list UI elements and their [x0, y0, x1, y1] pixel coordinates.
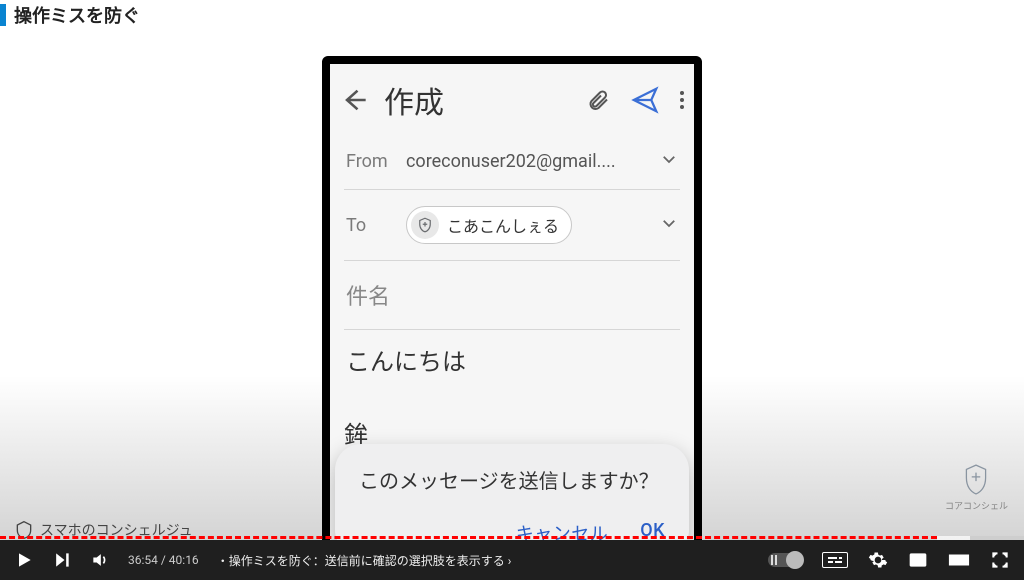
more-menu-icon[interactable] [680, 91, 684, 109]
back-arrow-icon[interactable] [340, 86, 368, 114]
send-icon[interactable] [630, 85, 660, 115]
from-field[interactable]: From coreconuser202@gmail.... [330, 134, 694, 189]
body-text: こんにちは [346, 348, 466, 376]
play-button[interactable] [14, 550, 34, 570]
watermark-right-text: コアコンシェル [945, 499, 1008, 512]
phone-mockup: 作成 From coreconuser202@gmail.... [322, 56, 702, 566]
to-label: To [346, 215, 394, 236]
chevron-right-icon: › [508, 554, 512, 568]
recipient-name: こあこんしぇる [447, 213, 559, 237]
from-label: From [346, 151, 394, 172]
video-frame: 作成 From coreconuser202@gmail.... [0, 28, 1024, 540]
compose-header-actions [586, 85, 684, 115]
subject-field[interactable]: 件名 [330, 261, 694, 329]
theater-button[interactable] [948, 550, 970, 570]
from-value: coreconuser202@gmail.... [406, 151, 648, 172]
to-field[interactable]: To こあこんしぇる [330, 190, 694, 260]
watermark-shield-icon [963, 463, 989, 495]
title-accent [0, 4, 6, 26]
settings-button[interactable] [868, 550, 888, 570]
autoplay-toggle[interactable] [768, 553, 802, 567]
shield-avatar-icon [411, 211, 439, 239]
chapter-title[interactable]: ・操作ミスを防ぐ：送信前に確認の選択肢を表示する › [217, 552, 512, 569]
next-button[interactable] [52, 550, 72, 570]
subject-placeholder: 件名 [346, 285, 390, 310]
compose-header: 作成 [330, 64, 694, 134]
compose-title: 作成 [384, 78, 570, 122]
chevron-down-icon [660, 214, 678, 237]
time-display: 36:54 / 40:16 [128, 553, 199, 567]
attach-icon[interactable] [586, 88, 610, 112]
page-title-bar: 操作ミスを防ぐ [0, 0, 1024, 28]
email-body[interactable]: こんにちは [330, 330, 694, 377]
chevron-down-icon [660, 150, 678, 173]
page-title: 操作ミスを防ぐ [14, 2, 140, 28]
dialog-message: このメッセージを送信しますか？ [359, 466, 665, 496]
volume-button[interactable] [90, 550, 110, 570]
recipient-chip[interactable]: こあこんしぇる [406, 206, 572, 244]
fullscreen-button[interactable] [990, 550, 1010, 570]
miniplayer-button[interactable] [908, 550, 928, 570]
player-controls: 36:54 / 40:16 ・操作ミスを防ぐ：送信前に確認の選択肢を表示する › [0, 540, 1024, 580]
watermark-right: コアコンシェル [945, 463, 1008, 512]
subtitles-button[interactable] [822, 552, 848, 568]
right-controls [768, 550, 1010, 570]
